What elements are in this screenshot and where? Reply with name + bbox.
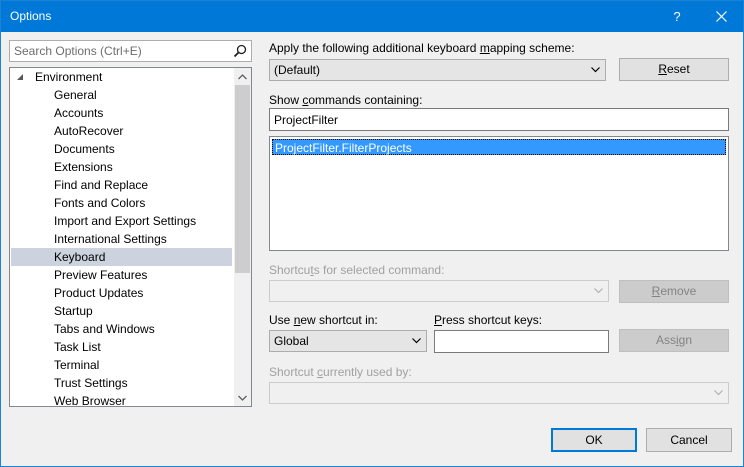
shortcuts-dropdown bbox=[269, 280, 609, 302]
tree-item-label: International Settings bbox=[54, 232, 167, 246]
commands-list[interactable]: ProjectFilter.FilterProjects bbox=[269, 136, 729, 251]
options-tree[interactable]: Environment General Accounts AutoRecover Do… bbox=[9, 67, 252, 407]
ok-button[interactable]: OK bbox=[551, 428, 637, 452]
assign-button: Assign bbox=[619, 329, 729, 352]
mapping-scheme-value: (Default) bbox=[274, 63, 321, 77]
tree-item-label: Preview Features bbox=[54, 268, 148, 282]
tree-item-international-settings[interactable]: International Settings bbox=[11, 230, 232, 248]
tree-item-label: Trust Settings bbox=[54, 376, 128, 390]
tree-item-documents[interactable]: Documents bbox=[11, 140, 232, 158]
tree-item-find-and-replace[interactable]: Find and Replace bbox=[11, 176, 232, 194]
chevron-down-icon bbox=[412, 338, 421, 344]
press-shortcut-keys-label: Press shortcut keys: bbox=[434, 313, 543, 327]
tree-item-keyboard[interactable]: Keyboard bbox=[11, 248, 232, 266]
mapping-scheme-dropdown[interactable]: (Default) bbox=[269, 59, 606, 81]
tree-item-preview-features[interactable]: Preview Features bbox=[11, 266, 232, 284]
tree-item-label: Find and Replace bbox=[54, 178, 149, 192]
tree-item-tabs-and-windows[interactable]: Tabs and Windows bbox=[11, 320, 232, 338]
press-shortcut-keys-input[interactable] bbox=[434, 330, 609, 353]
tree-item-label: Startup bbox=[54, 304, 93, 318]
tree-item-trust-settings[interactable]: Trust Settings bbox=[11, 374, 232, 392]
tree-item-label: Product Updates bbox=[54, 286, 144, 300]
shortcut-used-by-dropdown bbox=[269, 382, 729, 404]
options-dialog: Options ? Environment General Accounts Aut… bbox=[0, 0, 744, 467]
window-title: Options bbox=[10, 9, 52, 23]
search-options-box[interactable] bbox=[9, 40, 252, 62]
tree-item-label: Documents bbox=[54, 142, 115, 156]
show-commands-input[interactable]: ProjectFilter bbox=[269, 108, 729, 131]
chevron-down-icon bbox=[238, 395, 247, 401]
tree-item-extensions[interactable]: Extensions bbox=[11, 158, 232, 176]
tree-item-product-updates[interactable]: Product Updates bbox=[11, 284, 232, 302]
close-button[interactable] bbox=[699, 1, 743, 32]
tree-item-startup[interactable]: Startup bbox=[11, 302, 232, 320]
chevron-down-icon bbox=[594, 288, 603, 294]
title-bar: Options ? bbox=[1, 1, 743, 32]
shortcuts-label: Shortcuts for selected command: bbox=[269, 263, 445, 277]
tree-item-label: Fonts and Colors bbox=[54, 196, 146, 210]
reset-button[interactable]: Reset bbox=[619, 58, 729, 81]
tree-item-web-browser[interactable]: Web Browser bbox=[11, 392, 232, 407]
help-button[interactable]: ? bbox=[657, 1, 697, 32]
tree-item-label: Extensions bbox=[54, 160, 113, 174]
chevron-up-icon bbox=[238, 73, 247, 79]
show-commands-label: Show commands containing: bbox=[269, 93, 423, 107]
mapping-scheme-label: Apply the following additional keyboard … bbox=[269, 41, 575, 55]
chevron-down-icon bbox=[714, 390, 723, 396]
tree-item-task-list[interactable]: Task List bbox=[11, 338, 232, 356]
tree-item-label: AutoRecover bbox=[54, 124, 124, 138]
use-new-shortcut-label: Use new shortcut in: bbox=[269, 313, 378, 327]
tree-item-label: Web Browser bbox=[54, 394, 126, 407]
shortcut-used-by-label: Shortcut currently used by: bbox=[269, 365, 412, 379]
tree-item-label: Tabs and Windows bbox=[54, 322, 155, 336]
tree-item-accounts[interactable]: Accounts bbox=[11, 104, 232, 122]
tree-item-fonts-and-colors[interactable]: Fonts and Colors bbox=[11, 194, 232, 212]
chevron-down-icon bbox=[591, 67, 600, 73]
tree-item-general[interactable]: General bbox=[11, 86, 232, 104]
close-icon bbox=[715, 11, 727, 22]
search-input[interactable] bbox=[10, 41, 230, 61]
cancel-button[interactable]: Cancel bbox=[646, 428, 732, 452]
list-item[interactable]: ProjectFilter.FilterProjects bbox=[272, 139, 726, 155]
tree-collapse-icon[interactable] bbox=[16, 73, 24, 81]
tree-item-label: Import and Export Settings bbox=[54, 214, 197, 228]
tree-node-environment[interactable]: Environment bbox=[10, 68, 232, 86]
scroll-up-button[interactable] bbox=[234, 68, 251, 85]
search-icon[interactable] bbox=[232, 43, 248, 59]
use-new-shortcut-value: Global bbox=[274, 334, 309, 348]
tree-item-label: Terminal bbox=[54, 358, 100, 372]
tree-item-label: General bbox=[54, 88, 97, 102]
remove-button: Remove bbox=[619, 280, 729, 303]
show-commands-value: ProjectFilter bbox=[274, 113, 339, 127]
tree-item-label: Keyboard bbox=[54, 250, 106, 264]
scroll-thumb[interactable] bbox=[235, 85, 250, 273]
use-new-shortcut-dropdown[interactable]: Global bbox=[269, 330, 427, 352]
scroll-down-button[interactable] bbox=[234, 389, 251, 406]
tree-scrollbar[interactable] bbox=[234, 68, 251, 406]
tree-item-import-and-export-settings[interactable]: Import and Export Settings bbox=[11, 212, 232, 230]
tree-node-label: Environment bbox=[35, 70, 103, 84]
tree-item-label: Task List bbox=[54, 340, 101, 354]
tree-item-autorecover[interactable]: AutoRecover bbox=[11, 122, 232, 140]
tree-item-label: Accounts bbox=[54, 106, 104, 120]
tree-item-terminal[interactable]: Terminal bbox=[11, 356, 232, 374]
